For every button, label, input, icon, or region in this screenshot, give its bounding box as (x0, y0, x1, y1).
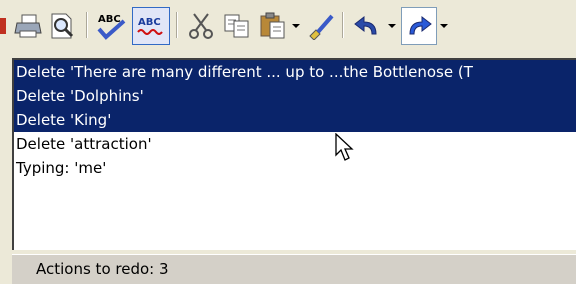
redo-count-label: Actions to redo: 3 (36, 260, 169, 278)
svg-text:ABC: ABC (98, 14, 121, 25)
paste-icon (258, 12, 288, 40)
redo-list-item[interactable]: Delete 'Dolphins' (14, 84, 576, 108)
toolbar-separator (342, 12, 344, 38)
spelling-button[interactable]: ABC (92, 8, 130, 44)
paste-options-dropdown[interactable] (292, 24, 300, 28)
format-painter-button[interactable] (304, 8, 338, 44)
print-preview-icon (48, 12, 76, 40)
redo-list[interactable]: Delete 'There are many different ... up … (12, 58, 576, 250)
undo-icon (352, 12, 382, 40)
copy-button[interactable] (220, 8, 254, 44)
paste-button[interactable] (256, 8, 290, 44)
spelling-check-icon: ABC (94, 11, 128, 41)
redo-icon (404, 12, 434, 40)
standard-toolbar: ABC ABC (0, 0, 576, 56)
redo-list-item[interactable]: Delete 'attraction' (14, 132, 576, 156)
redo-dropdown[interactable] (440, 24, 448, 28)
print-button[interactable] (12, 8, 44, 44)
format-painter-icon (306, 12, 336, 40)
redo-list-item[interactable]: Typing: 'me' (14, 156, 576, 180)
auto-spell-check-button[interactable]: ABC (132, 7, 170, 45)
partial-toolbar-icon[interactable] (0, 8, 8, 44)
undo-dropdown[interactable] (388, 24, 396, 28)
copy-icon (222, 12, 252, 40)
svg-text:ABC: ABC (138, 17, 161, 28)
redo-status-bar: Actions to redo: 3 (12, 254, 576, 284)
toolbar-separator (86, 12, 88, 38)
mouse-pointer-icon (335, 132, 355, 167)
print-preview-button[interactable] (46, 8, 78, 44)
cut-icon (186, 12, 216, 40)
redo-list-item[interactable]: Delete 'King' (14, 108, 576, 132)
auto-spell-check-icon: ABC (135, 12, 167, 40)
cut-button[interactable] (184, 8, 218, 44)
redo-button[interactable] (401, 7, 437, 45)
print-icon (14, 13, 42, 39)
redo-list-item[interactable]: Delete 'There are many different ... up … (14, 60, 576, 84)
toolbar-separator (176, 12, 178, 38)
undo-button[interactable] (350, 8, 384, 44)
